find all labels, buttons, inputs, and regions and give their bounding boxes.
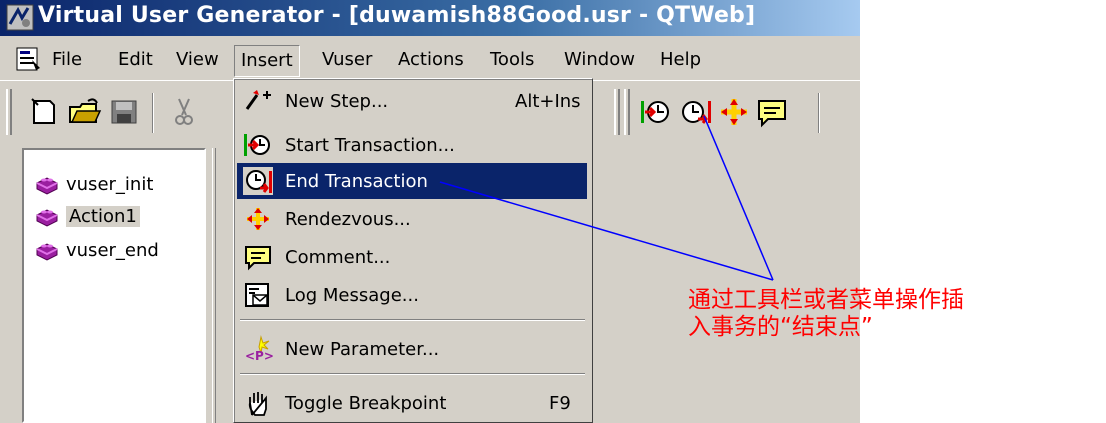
menu-file[interactable]: File (52, 46, 82, 74)
menu-vuser[interactable]: Vuser (322, 46, 372, 74)
window-title: Virtual User Generator - [duwamish88Good… (38, 3, 756, 28)
svg-text:<P>: <P> (245, 349, 273, 363)
menu-item-toggle-breakpoint[interactable]: Toggle Breakpoint F9 (237, 385, 587, 421)
end-transaction-icon (243, 167, 273, 195)
action-block-icon (36, 209, 58, 227)
open-folder-icon[interactable] (66, 95, 102, 129)
menu-separator (240, 319, 585, 321)
menu-item-end-transaction[interactable]: End Transaction (237, 163, 587, 199)
annotation-text: 通过工具栏或者菜单操作插 入事务的“结束点” (688, 287, 964, 341)
new-document-icon[interactable] (26, 95, 62, 129)
menu-item-new-parameter[interactable]: <P> New Parameter... (237, 331, 587, 367)
document-window-icon[interactable] (14, 46, 42, 72)
action-block-icon (36, 177, 58, 195)
parameter-icon: <P> (245, 335, 273, 363)
insert-menu-dropdown: New Step... Alt+Ins Start Transaction...… (233, 78, 593, 423)
tree-item-vuser-end[interactable]: vuser_end (34, 236, 159, 264)
menu-item-rendezvous[interactable]: Rendezvous... (237, 201, 587, 237)
annotation-line2: 入事务的“结束点” (688, 314, 873, 340)
new-step-icon (245, 90, 271, 110)
menu-item-label: New Step... (285, 90, 389, 112)
toolbar-grip-3[interactable] (624, 89, 630, 135)
menu-item-label: End Transaction (285, 170, 428, 192)
menu-actions[interactable]: Actions (398, 46, 464, 74)
breakpoint-hand-icon (248, 392, 267, 416)
save-disk-icon[interactable] (106, 95, 142, 129)
menu-item-shortcut: Alt+Ins (515, 90, 581, 112)
menu-item-label: New Parameter... (285, 338, 440, 360)
menu-item-shortcut: F9 (549, 392, 571, 414)
toolbar-grip-2[interactable] (614, 89, 620, 135)
menu-item-comment[interactable]: Comment... (237, 239, 587, 275)
tree-item-label: Action1 (66, 205, 140, 227)
menu-tools[interactable]: Tools (490, 46, 534, 74)
menu-help[interactable]: Help (660, 46, 701, 74)
menu-separator (240, 373, 585, 375)
comment-icon[interactable] (754, 95, 790, 129)
menu-view[interactable]: View (176, 46, 219, 74)
tree-item-vuser-init[interactable]: vuser_init (34, 170, 153, 198)
annotation-line1: 通过工具栏或者菜单操作插 (688, 287, 964, 313)
comment-icon (245, 246, 271, 271)
toolbar-grip[interactable] (6, 89, 12, 135)
toolbar-separator-2 (818, 93, 820, 133)
menu-insert[interactable]: Insert (234, 45, 300, 77)
cut-scissors-icon[interactable] (166, 95, 202, 129)
rendezvous-icon (247, 208, 269, 230)
menu-item-label: Toggle Breakpoint (285, 392, 447, 414)
vugen-app-icon (6, 4, 34, 31)
title-bar: Virtual User Generator - [duwamish88Good… (0, 0, 860, 36)
menu-item-label: Start Transaction... (285, 134, 455, 156)
rendezvous-icon[interactable] (716, 95, 752, 129)
menu-edit[interactable]: Edit (118, 46, 153, 74)
tree-item-label: vuser_end (66, 239, 159, 261)
menu-bar: File Edit View Insert Vuser Actions Tool… (0, 42, 860, 77)
menu-item-label: Log Message... (285, 284, 419, 306)
toolbar-separator (152, 93, 154, 133)
menu-item-new-step[interactable]: New Step... Alt+Ins (237, 83, 587, 119)
action-tree: vuser_init Action1 vuser_end (22, 148, 206, 423)
menu-window[interactable]: Window (564, 46, 635, 74)
menu-item-log-message[interactable]: Log Message... (237, 277, 587, 313)
log-message-icon (245, 283, 269, 307)
start-transaction-icon (244, 134, 270, 156)
pane-splitter[interactable] (212, 148, 216, 423)
tree-item-label: vuser_init (66, 173, 154, 195)
end-transaction-icon[interactable] (678, 95, 714, 129)
menu-item-start-transaction[interactable]: Start Transaction... (237, 127, 587, 163)
menu-item-label: Rendezvous... (285, 208, 411, 230)
tree-item-action1[interactable]: Action1 (34, 202, 140, 230)
start-transaction-icon[interactable] (638, 95, 674, 129)
menu-item-label: Comment... (285, 246, 391, 268)
action-block-icon (36, 243, 58, 261)
